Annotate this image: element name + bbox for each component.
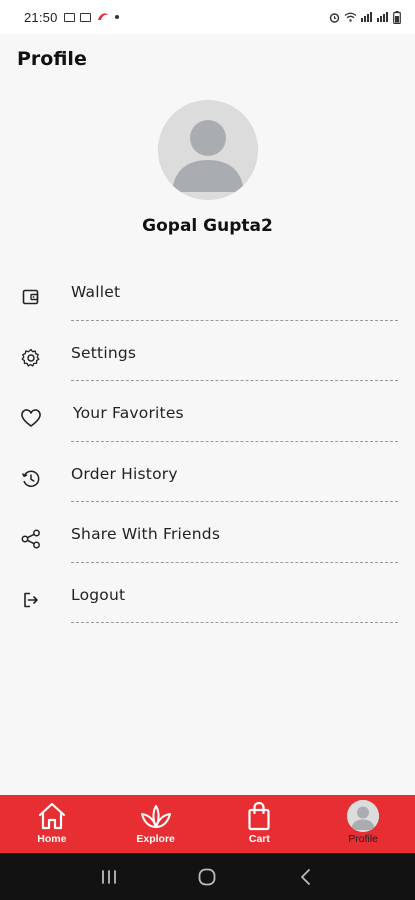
home-button[interactable] bbox=[194, 864, 220, 890]
shopping-bag-icon bbox=[242, 801, 276, 831]
avatar-icon bbox=[347, 800, 380, 832]
back-button[interactable] bbox=[293, 864, 319, 890]
screen-notification-icon bbox=[79, 12, 91, 22]
avatar-icon bbox=[158, 100, 258, 200]
menu-item-logout[interactable]: Logout bbox=[0, 569, 415, 630]
logout-icon bbox=[20, 589, 42, 611]
back-chevron-icon bbox=[300, 868, 310, 885]
nav-label: Home bbox=[37, 833, 67, 845]
divider bbox=[71, 622, 398, 623]
home-circle-icon bbox=[199, 868, 216, 885]
airtel-icon bbox=[97, 13, 108, 20]
share-icon bbox=[20, 528, 42, 550]
signal-icon bbox=[361, 12, 372, 22]
wallet-icon bbox=[20, 286, 42, 308]
gallery-notification-icon bbox=[63, 12, 75, 22]
nav-cart[interactable]: Cart bbox=[208, 795, 312, 853]
nav-label: Explore bbox=[136, 833, 175, 845]
history-icon bbox=[20, 468, 42, 490]
bottom-nav: Home Explore Cart Profile bbox=[0, 795, 415, 853]
profile-menu: Wallet Settings Your Favorites Order His… bbox=[0, 266, 415, 629]
recents-icon bbox=[102, 869, 117, 884]
leaf-icon bbox=[139, 801, 173, 831]
divider bbox=[71, 319, 398, 321]
divider bbox=[71, 561, 398, 563]
status-bar: 21:50 bbox=[0, 0, 415, 34]
nav-label: Profile bbox=[348, 833, 378, 845]
divider bbox=[71, 380, 398, 381]
nav-label: Cart bbox=[248, 833, 270, 845]
battery-icon bbox=[393, 10, 401, 24]
home-icon bbox=[35, 801, 69, 831]
recents-button[interactable] bbox=[96, 864, 122, 890]
wifi-icon bbox=[344, 12, 357, 22]
divider bbox=[71, 440, 398, 442]
menu-item-wallet[interactable]: Wallet bbox=[0, 266, 415, 327]
menu-item-label: Settings bbox=[71, 343, 137, 362]
more-notifications-icon bbox=[114, 15, 119, 19]
menu-item-order-history[interactable]: Order History bbox=[0, 448, 415, 509]
status-time: 21:50 bbox=[24, 9, 58, 25]
divider bbox=[71, 501, 398, 502]
gear-icon bbox=[20, 347, 42, 369]
menu-item-label: Your Favorites bbox=[73, 404, 184, 422]
menu-item-share[interactable]: Share With Friends bbox=[0, 508, 415, 569]
nav-explore[interactable]: Explore bbox=[104, 795, 208, 853]
menu-item-label: Logout bbox=[71, 585, 126, 604]
alarm-icon bbox=[329, 12, 340, 23]
nav-home[interactable]: Home bbox=[0, 795, 104, 853]
menu-item-favorites[interactable]: Your Favorites bbox=[0, 387, 415, 448]
menu-item-settings[interactable]: Settings bbox=[0, 327, 415, 388]
menu-item-label: Wallet bbox=[71, 283, 121, 301]
heart-icon bbox=[20, 407, 42, 429]
page-title: Profile bbox=[17, 48, 87, 70]
user-name: Gopal Gupta2 bbox=[142, 216, 273, 236]
system-nav-bar bbox=[0, 853, 415, 900]
signal-icon-2 bbox=[377, 12, 388, 22]
profile-avatar[interactable] bbox=[158, 100, 258, 200]
nav-profile[interactable]: Profile bbox=[311, 795, 415, 853]
menu-item-label: Share With Friends bbox=[71, 525, 221, 543]
menu-item-label: Order History bbox=[71, 464, 178, 483]
